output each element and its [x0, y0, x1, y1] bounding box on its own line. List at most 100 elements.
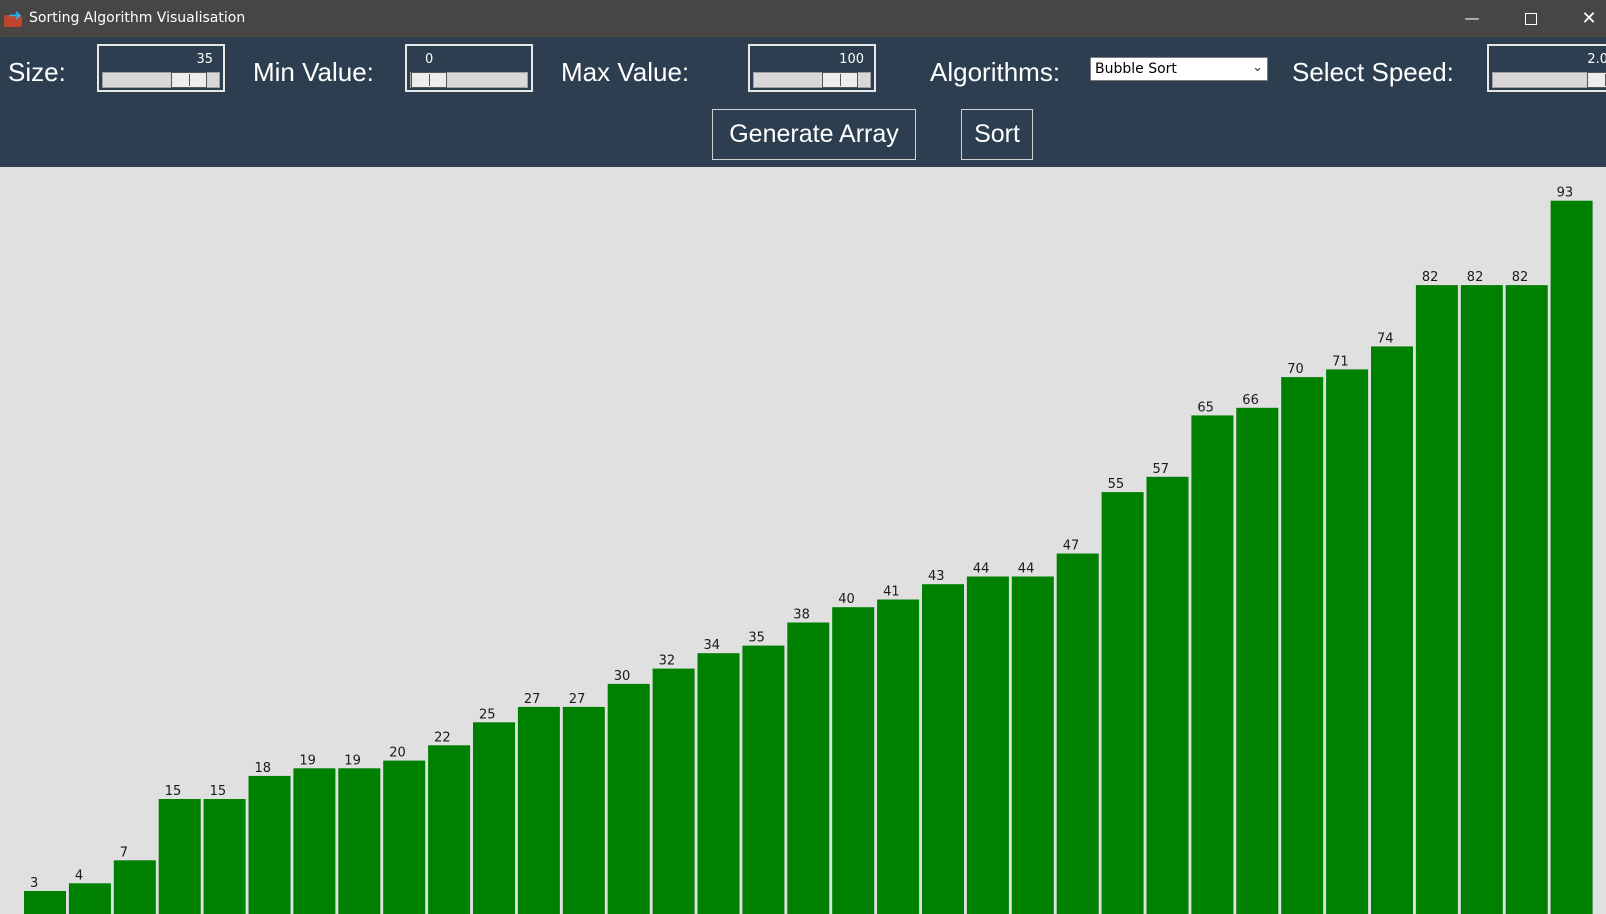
bar [652, 668, 695, 914]
bar-value-label: 18 [255, 761, 272, 776]
bar [473, 722, 515, 914]
bar [1191, 415, 1234, 914]
min-value-slider[interactable]: 0 [405, 44, 533, 92]
bar-value-label: 66 [1242, 393, 1259, 408]
speed-slider[interactable]: 2.0 [1487, 44, 1606, 92]
max-value-slider-trough[interactable] [753, 72, 871, 88]
bar-value-label: 15 [210, 784, 227, 799]
bar [607, 683, 650, 914]
bar-value-label: 44 [973, 562, 990, 577]
bar-value-label: 7 [120, 845, 128, 860]
max-value-label: Max Value: [561, 57, 690, 87]
bar-value-label: 74 [1377, 331, 1394, 346]
bar-value-label: 27 [524, 692, 541, 707]
minimize-icon[interactable]: — [1449, 0, 1495, 37]
bar-value-label: 27 [569, 692, 586, 707]
bar-value-label: 35 [748, 631, 765, 646]
generate-array-button[interactable]: Generate Array [712, 109, 916, 160]
algorithms-label: Algorithms: [930, 57, 1061, 87]
algorithm-selected: Bubble Sort [1095, 61, 1177, 77]
bar [877, 599, 920, 914]
bar-value-label: 82 [1422, 270, 1439, 285]
bar-value-label: 44 [1018, 562, 1035, 577]
bar [248, 775, 291, 914]
bar [1101, 492, 1144, 914]
bar-value-label: 20 [389, 746, 406, 761]
bar-value-label: 3 [30, 876, 38, 891]
bar [697, 653, 740, 914]
bar-value-label: 82 [1467, 270, 1484, 285]
app-icon: ➜ [4, 6, 24, 27]
bar [742, 645, 785, 914]
bar [1011, 576, 1054, 914]
bar-value-label: 32 [659, 654, 676, 669]
bar-value-label: 40 [838, 592, 855, 607]
bar-chart-canvas: 3 4 7 15 15 18 19 19 20 22 25 27 27 30 32 34 35 38 40 41 43 4… [0, 167, 1606, 914]
min-value-slider-trough[interactable] [410, 72, 528, 88]
bar-value-label: 19 [344, 753, 361, 768]
bar-value-label: 22 [434, 730, 451, 745]
bar-value-label: 30 [614, 669, 631, 684]
bar [1550, 200, 1593, 914]
size-label: Size: [8, 57, 66, 87]
min-value-slider-handle[interactable] [411, 72, 447, 88]
size-slider-handle[interactable] [171, 72, 207, 88]
max-value-slider-handle[interactable] [822, 72, 858, 88]
bar-chart: 34715 151819 1920222527 2730323435384041434… [24, 186, 1593, 914]
max-value-slider[interactable]: 100 [748, 44, 876, 92]
size-slider-trough[interactable] [102, 72, 220, 88]
min-value-label: Min Value: [253, 57, 374, 87]
bar [1236, 407, 1279, 914]
bar [1281, 377, 1324, 914]
bar-value-label: 25 [479, 707, 496, 722]
bar-value-label: 38 [793, 608, 810, 623]
window-title-bar[interactable]: ➜ Sorting Algorithm Visualisation — ✕ [0, 0, 1606, 37]
bar [158, 799, 201, 914]
bar-value-label: 47 [1063, 539, 1080, 554]
bar-value-label: 65 [1197, 400, 1214, 415]
bar [293, 768, 336, 914]
bar-value-label: 41 [883, 585, 900, 600]
bar [1371, 346, 1413, 914]
bar [203, 799, 246, 914]
speed-slider-handle[interactable] [1587, 72, 1606, 88]
bar-value-label: 43 [928, 569, 945, 584]
max-value-value: 100 [839, 52, 864, 67]
size-value: 35 [196, 52, 213, 67]
bar [1146, 476, 1189, 914]
bar-value-label: 70 [1287, 362, 1304, 377]
bar-value-label: 57 [1153, 462, 1170, 477]
bar [832, 607, 875, 914]
sort-button[interactable]: Sort [961, 109, 1033, 160]
window-title: Sorting Algorithm Visualisation [29, 10, 246, 26]
bar [787, 622, 830, 914]
bar [922, 584, 964, 914]
control-panel: Size: 35 Min Value: 0 Max Value: 100 Alg… [0, 37, 1606, 167]
speed-slider-trough[interactable] [1492, 72, 1606, 88]
bar [1460, 285, 1503, 914]
bar-value-label: 82 [1512, 270, 1529, 285]
speed-value: 2.0 [1587, 52, 1606, 67]
bar [68, 883, 111, 914]
bar [1415, 285, 1458, 914]
algorithm-select[interactable]: Bubble Sort ⌄ [1090, 57, 1268, 81]
bar [1326, 369, 1369, 914]
bar-value-label: 34 [704, 638, 721, 653]
bar [383, 760, 426, 914]
select-speed-label: Select Speed: [1292, 57, 1454, 87]
bar [338, 768, 381, 914]
size-slider[interactable]: 35 [97, 44, 225, 92]
maximize-icon[interactable] [1508, 0, 1554, 37]
close-icon[interactable]: ✕ [1566, 0, 1606, 37]
bar-value-label: 93 [1557, 186, 1574, 201]
bar [24, 891, 66, 914]
bar [1505, 285, 1548, 914]
chevron-down-icon[interactable]: ⌄ [1252, 60, 1263, 75]
bar-value-label: 4 [75, 868, 83, 883]
bar [517, 706, 560, 914]
bar [966, 576, 1009, 914]
bar-value-label: 19 [299, 753, 316, 768]
bar [1056, 553, 1099, 914]
bar-value-label: 71 [1332, 354, 1349, 369]
bar [562, 706, 605, 914]
